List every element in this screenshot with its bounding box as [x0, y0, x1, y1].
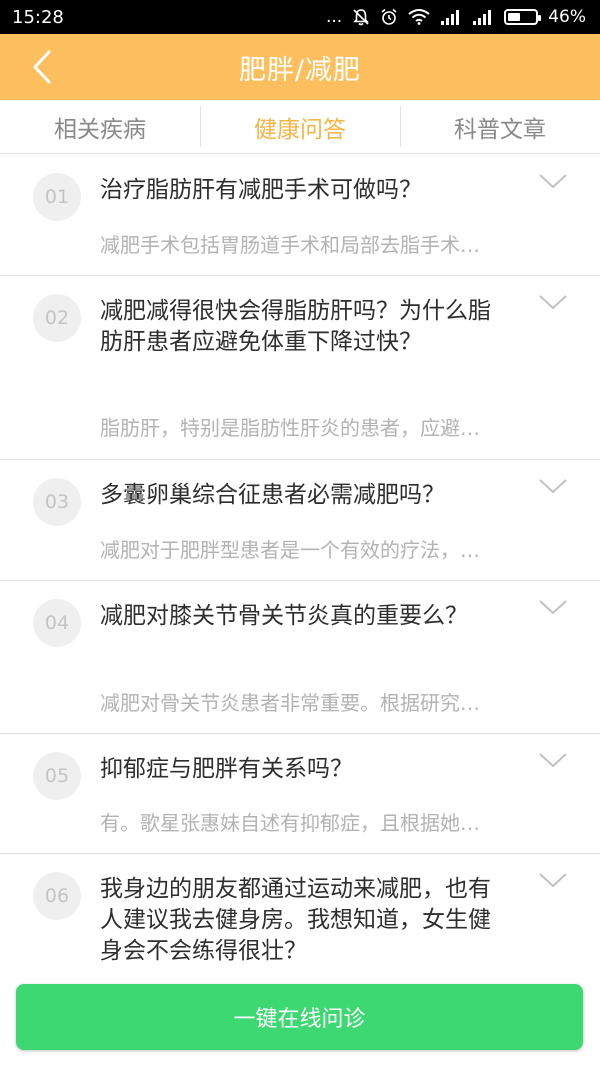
item-number-badge: 03 [33, 478, 81, 526]
chevron-left-icon [33, 50, 51, 84]
signal-icon-2 [472, 9, 494, 25]
online-consult-button[interactable]: 一键在线问诊 [16, 984, 583, 1050]
question-text: 治疗脂肪肝有减肥手术可做吗？ [100, 177, 422, 203]
list-item[interactable]: 04 减肥对膝关节骨关节炎真的重要么？ 减肥对骨关节炎患者非常重要。根据研究… [0, 581, 600, 734]
qa-list: 01 治疗脂肪肝有减肥手术可做吗？ 减肥手术包括胃肠道手术和局部去脂手术… 02… [0, 155, 600, 1014]
item-number-badge: 02 [33, 294, 81, 342]
chevron-down-icon[interactable] [538, 173, 568, 189]
wifi-icon [408, 9, 430, 25]
chevron-down-icon[interactable] [538, 872, 568, 888]
question-text: 减肥对膝关节骨关节炎真的重要么？ [100, 603, 468, 629]
answer-preview: 有。歌星张惠妹自述有抑郁症，且根据她… [100, 811, 480, 835]
question-text: 减肥减得很快会得脂肪肝吗？为什么脂肪肝患者应避免体重下降过快？ [100, 298, 491, 355]
list-item[interactable]: 05 抑郁症与肥胖有关系吗？ 有。歌星张惠妹自述有抑郁症，且根据她… [0, 734, 600, 854]
question-text: 抑郁症与肥胖有关系吗？ [100, 756, 353, 782]
question-text: 多囊卵巢综合征患者必需减肥吗？ [100, 482, 445, 508]
chevron-down-icon[interactable] [538, 294, 568, 310]
answer-preview: 减肥对骨关节炎患者非常重要。根据研究… [100, 691, 480, 715]
status-bar: 15:28 ... 46% [0, 0, 600, 34]
page-title: 肥胖/减肥 [238, 54, 362, 86]
status-time: 15:28 [12, 6, 64, 28]
chevron-down-icon[interactable] [538, 478, 568, 494]
tab-health-qa[interactable]: 健康问答 [200, 100, 400, 153]
mute-bell-icon [352, 8, 370, 26]
chevron-down-icon[interactable] [538, 599, 568, 615]
list-item[interactable]: 02 减肥减得很快会得脂肪肝吗？为什么脂肪肝患者应避免体重下降过快？ 脂肪肝，特… [0, 276, 600, 460]
answer-preview: 减肥对于肥胖型患者是一个有效的疗法，… [100, 538, 480, 562]
battery-icon [504, 9, 542, 25]
item-number-badge: 01 [33, 173, 81, 221]
battery-percent: 46% [548, 7, 586, 27]
tab-bar: 相关疾病 健康问答 科普文章 [0, 100, 600, 154]
answer-preview: 减肥手术包括胃肠道手术和局部去脂手术… [100, 233, 480, 257]
list-item[interactable]: 03 多囊卵巢综合征患者必需减肥吗？ 减肥对于肥胖型患者是一个有效的疗法，… [0, 460, 600, 581]
alarm-clock-icon [380, 8, 398, 26]
item-number-badge: 05 [33, 752, 81, 800]
answer-preview: 脂肪肝，特别是脂肪性肝炎的患者，应避… [100, 416, 480, 440]
chevron-down-icon[interactable] [538, 752, 568, 768]
item-number-badge: 04 [33, 599, 81, 647]
signal-icon-1 [440, 9, 462, 25]
tab-related-diseases[interactable]: 相关疾病 [0, 100, 200, 153]
app-header: 肥胖/减肥 [0, 34, 600, 100]
item-number-badge: 06 [33, 872, 81, 920]
more-notifications-icon: ... [325, 7, 343, 27]
question-text: 我身边的朋友都通过运动来减肥，也有人建议我去健身房。我想知道，女生健身会不会练得… [100, 876, 491, 964]
list-item[interactable]: 01 治疗脂肪肝有减肥手术可做吗？ 减肥手术包括胃肠道手术和局部去脂手术… [0, 155, 600, 276]
tab-science-articles[interactable]: 科普文章 [400, 100, 600, 153]
back-button[interactable] [24, 48, 60, 86]
